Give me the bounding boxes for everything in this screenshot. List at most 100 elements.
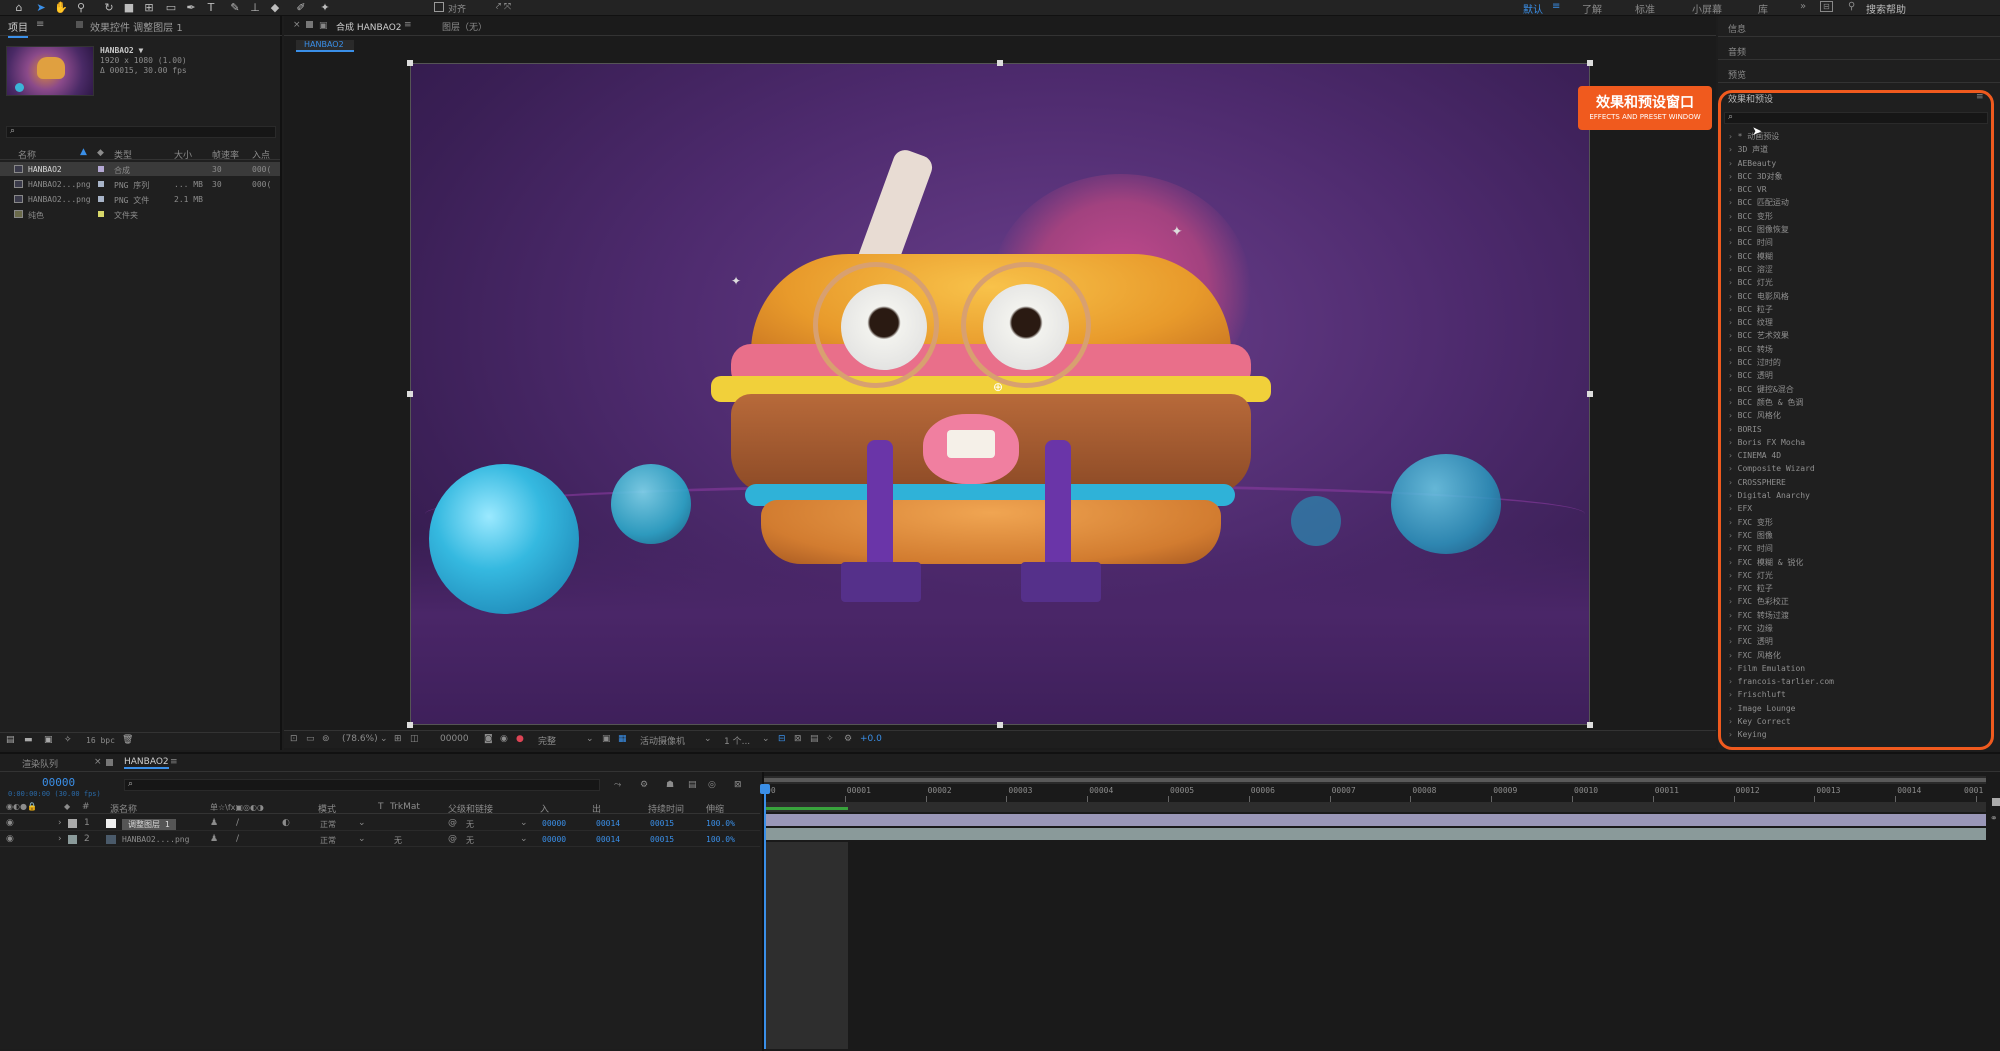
pickwhip-icon[interactable]: @ xyxy=(448,834,457,844)
color-channel-icon[interactable]: ● xyxy=(516,734,524,744)
comp-button-icon[interactable]: ⚭ xyxy=(1990,814,1998,824)
info-panel-header[interactable]: 信息 xyxy=(1728,22,1746,35)
effect-category[interactable]: › BCC 匹配运动 xyxy=(1724,196,1988,209)
effect-category[interactable]: › EFX xyxy=(1724,502,1988,515)
camera-dropdown[interactable]: 活动摄像机 xyxy=(640,734,685,747)
pickwhip-icon[interactable]: @ xyxy=(448,818,457,828)
transform-handle[interactable] xyxy=(997,722,1003,728)
effect-category[interactable]: › FXC 色彩校正 xyxy=(1724,595,1988,608)
effect-category[interactable]: › Frischluft xyxy=(1724,688,1988,701)
mask-icon[interactable]: ◫ xyxy=(410,734,419,744)
layer-label-color[interactable] xyxy=(68,835,77,844)
effect-category[interactable]: › 3D 声道 xyxy=(1724,143,1988,156)
audio-panel-header[interactable]: 音频 xyxy=(1728,45,1746,58)
layer-in[interactable]: 00000 xyxy=(542,819,566,828)
panel-menu-icon[interactable]: ≡ xyxy=(36,19,44,30)
new-folder-icon[interactable]: ▬ xyxy=(24,735,33,745)
column-duration[interactable]: 持续时间 xyxy=(648,802,684,815)
effect-category[interactable]: › Composite Wizard xyxy=(1724,462,1988,475)
home-icon[interactable]: ⌂ xyxy=(10,0,28,16)
effect-category[interactable]: › BCC 灯光 xyxy=(1724,276,1988,289)
panel-menu-icon[interactable]: ≡ xyxy=(1976,92,1984,102)
close-tab-icon[interactable]: × xyxy=(94,757,102,767)
workspace-standard[interactable]: 标准 xyxy=(1635,1,1655,16)
monitor-icon[interactable]: ▭ xyxy=(306,734,315,744)
exposure-reset-icon[interactable]: ⚙ xyxy=(844,734,852,744)
workspace-switch-icon[interactable]: ⊟ xyxy=(1820,1,1833,12)
roi-icon[interactable]: ▣ xyxy=(602,734,611,744)
effect-category[interactable]: › francois-tarlier.com xyxy=(1724,675,1988,688)
effect-category[interactable]: › BCC 艺术效果 xyxy=(1724,329,1988,342)
layer-mode[interactable]: 正常 xyxy=(320,819,336,830)
project-item[interactable]: HANBAO2...png PNG 文件 2.1 MB xyxy=(0,192,280,206)
transform-handle[interactable] xyxy=(1587,722,1593,728)
puppet-pin-icon[interactable]: ✦ xyxy=(316,0,334,16)
effect-category[interactable]: › Keying xyxy=(1724,728,1988,741)
tab-project[interactable]: 项目 xyxy=(8,19,28,38)
column-trkmat[interactable]: TrkMat xyxy=(390,802,420,812)
layer-name[interactable]: 调整图层 1 xyxy=(122,819,176,830)
tab-render-queue[interactable]: 渲染队列 xyxy=(22,757,58,770)
effect-category[interactable]: › BCC 转场 xyxy=(1724,343,1988,356)
layer-out[interactable]: 00014 xyxy=(596,819,620,828)
effect-category[interactable]: › BCC 风格化 xyxy=(1724,409,1988,422)
layer-out[interactable]: 00014 xyxy=(596,835,620,844)
preview-panel-header[interactable]: 预览 xyxy=(1728,68,1746,81)
interpret-footage-icon[interactable]: ▤ xyxy=(6,735,15,745)
effect-category[interactable]: › FXC 边缘 xyxy=(1724,622,1988,635)
column-name[interactable]: 名称 xyxy=(18,148,36,161)
effect-category[interactable]: › FXC 透明 xyxy=(1724,635,1988,648)
hand-tool-icon[interactable]: ✋ xyxy=(52,0,70,16)
transform-handle[interactable] xyxy=(997,60,1003,66)
snap-options-icon[interactable]: ⤤ ⤧ xyxy=(496,2,511,12)
workspace-overflow-icon[interactable]: » xyxy=(1800,1,1806,12)
motion-blur-icon[interactable]: ◎ xyxy=(708,780,716,790)
layer-trkmat[interactable]: 无 xyxy=(394,835,402,846)
effect-category[interactable]: › FXC 模糊 & 锐化 xyxy=(1724,556,1988,569)
work-area-bar[interactable] xyxy=(764,776,1986,784)
label-color-swatch[interactable] xyxy=(98,166,104,172)
tab-effect-controls[interactable]: 效果控件 调整图层 1 xyxy=(90,19,183,34)
layer-bar-adjustment[interactable] xyxy=(764,814,1986,826)
layer-name[interactable]: HANBAO2....png xyxy=(122,835,189,844)
pan-behind-icon[interactable]: ⊞ xyxy=(140,0,158,16)
column-in[interactable]: 入点 xyxy=(252,148,270,161)
layer-parent[interactable]: 无 xyxy=(466,819,474,830)
new-comp-icon[interactable]: ▣ xyxy=(44,735,53,745)
flowchart-icon[interactable]: ✧ xyxy=(826,734,834,744)
effect-category[interactable]: › FXC 时间 xyxy=(1724,542,1988,555)
workspace-library[interactable]: 库 xyxy=(1758,1,1768,16)
shy-switch-icon[interactable]: ♟ xyxy=(210,834,218,844)
label-color-swatch[interactable] xyxy=(98,181,104,187)
layer-in[interactable]: 00000 xyxy=(542,835,566,844)
column-mode[interactable]: 模式 xyxy=(318,802,336,815)
roto-brush-icon[interactable]: ✐ xyxy=(292,0,310,16)
effect-category[interactable]: › BORIS xyxy=(1724,423,1988,436)
effect-category[interactable]: › BCC 颜色 & 色调 xyxy=(1724,396,1988,409)
graph-editor-icon[interactable]: ⊠ xyxy=(734,780,742,790)
layer-label-color[interactable] xyxy=(68,819,77,828)
effect-category[interactable]: › BCC 3D对象 xyxy=(1724,170,1988,183)
effect-category[interactable]: › * 动画预设 xyxy=(1724,130,1988,143)
chevron-right-icon[interactable]: › xyxy=(58,818,62,828)
transform-handle[interactable] xyxy=(407,60,413,66)
column-stretch[interactable]: 伸缩 xyxy=(706,802,724,815)
tab-timeline-comp[interactable]: HANBAO2 xyxy=(124,757,169,769)
comp-end-marker[interactable] xyxy=(1992,798,2000,806)
effect-category[interactable]: › Digital Anarchy xyxy=(1724,489,1988,502)
toggle-pixel-icon[interactable]: ⊟ xyxy=(778,734,786,744)
effect-category[interactable]: › FXC 图像 xyxy=(1724,529,1988,542)
snap-checkbox[interactable] xyxy=(434,2,444,12)
zoom-tool-icon[interactable]: ⚲ xyxy=(72,0,90,16)
quality-switch-icon[interactable]: / xyxy=(236,834,239,844)
always-preview-icon[interactable]: ⊡ xyxy=(290,734,298,744)
playhead[interactable] xyxy=(764,784,766,1049)
effect-category[interactable]: › BCC 纹理 xyxy=(1724,316,1988,329)
effect-category[interactable]: › BCC 透明 xyxy=(1724,369,1988,382)
lock-icon[interactable] xyxy=(76,21,83,28)
project-item[interactable]: HANBAO2 合成 30 000( xyxy=(0,162,280,176)
column-out[interactable]: 出 xyxy=(592,802,601,815)
workspace-default[interactable]: 默认 xyxy=(1523,1,1543,16)
effects-search-input[interactable]: ⌕ xyxy=(1724,112,1988,124)
exposure-value[interactable]: +0.0 xyxy=(860,734,882,744)
